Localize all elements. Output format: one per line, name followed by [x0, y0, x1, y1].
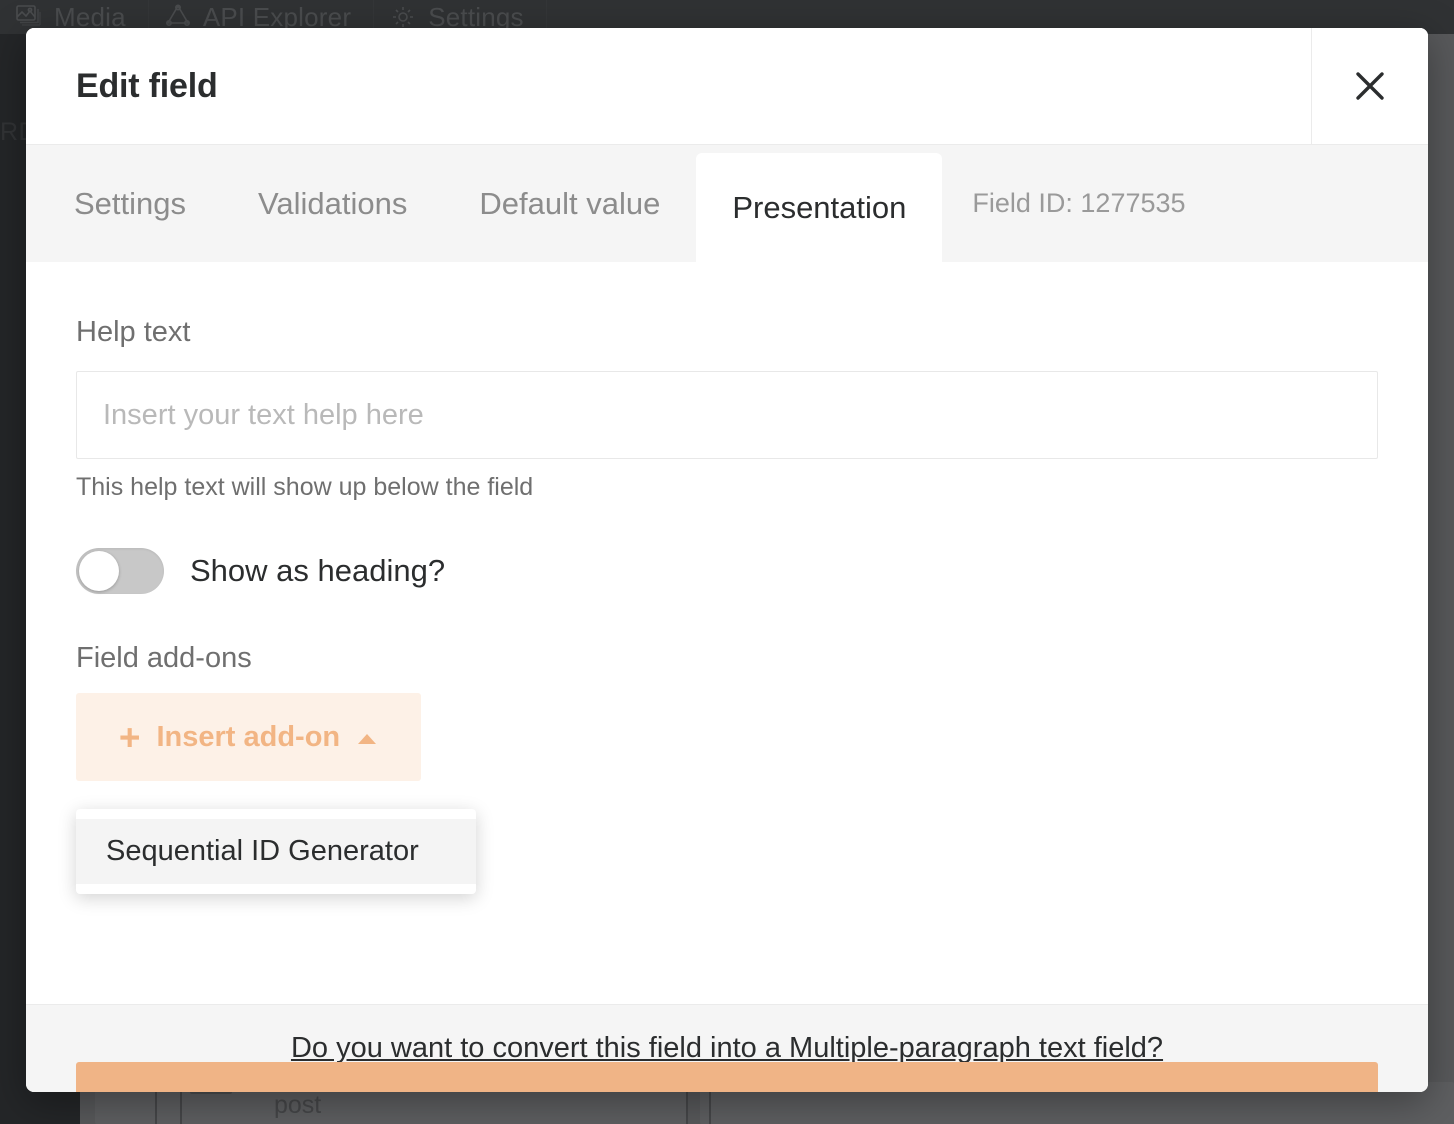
- image-icon: [16, 4, 42, 30]
- addon-option-label: Sequential ID Generator: [106, 835, 419, 867]
- graphql-icon: [165, 4, 191, 30]
- help-text-label: Help text: [76, 316, 191, 348]
- modal-header: Edit field: [26, 28, 1428, 144]
- close-button[interactable]: [1311, 28, 1428, 144]
- tab-default-value-label: Default value: [479, 185, 661, 221]
- insert-addon-label: Insert add-on: [156, 720, 341, 753]
- caret-up-icon: [356, 721, 378, 754]
- show-as-heading-row: Show as heading?: [76, 548, 1378, 594]
- tab-default-value[interactable]: Default value: [443, 145, 696, 262]
- tab-settings[interactable]: Settings: [26, 145, 222, 262]
- presentation-panel: Help text This help text will show up be…: [26, 262, 1428, 1092]
- screen: Media API Explorer Settings RD post Edit…: [0, 0, 1454, 1124]
- edit-field-modal: Edit field Settings Validations Default …: [26, 28, 1428, 1092]
- addon-option-sequential-id-generator[interactable]: Sequential ID Generator: [76, 819, 476, 884]
- show-as-heading-toggle[interactable]: [76, 548, 164, 594]
- tab-settings-label: Settings: [74, 185, 187, 221]
- field-addons-label: Field add-ons: [76, 642, 252, 674]
- gear-icon: [390, 4, 416, 30]
- plus-icon: +: [118, 716, 141, 758]
- close-icon: [1351, 67, 1389, 105]
- addon-dropdown-menu: Sequential ID Generator: [76, 809, 476, 894]
- page-title: Edit field: [76, 66, 218, 105]
- convert-field-link[interactable]: Do you want to convert this field into a…: [291, 1032, 1163, 1065]
- modal-tabbar: Settings Validations Default value Prese…: [26, 144, 1428, 262]
- background-record-label: post: [274, 1091, 322, 1119]
- toggle-knob: [79, 551, 119, 591]
- help-text-hint: This help text will show up below the fi…: [76, 473, 534, 501]
- save-field-button[interactable]: Save field: [76, 1062, 1378, 1092]
- tab-presentation-label: Presentation: [732, 189, 907, 225]
- addon-dropdown-wrapper: + Insert add-on Sequential ID Generator: [76, 693, 476, 894]
- tab-validations[interactable]: Validations: [222, 145, 443, 262]
- tab-validations-label: Validations: [258, 185, 408, 221]
- field-id: Field ID: 1277535: [972, 188, 1186, 218]
- tab-presentation[interactable]: Presentation: [696, 153, 943, 262]
- help-text-input[interactable]: [76, 371, 1378, 459]
- insert-addon-button[interactable]: + Insert add-on: [76, 693, 421, 781]
- show-as-heading-label: Show as heading?: [190, 553, 446, 588]
